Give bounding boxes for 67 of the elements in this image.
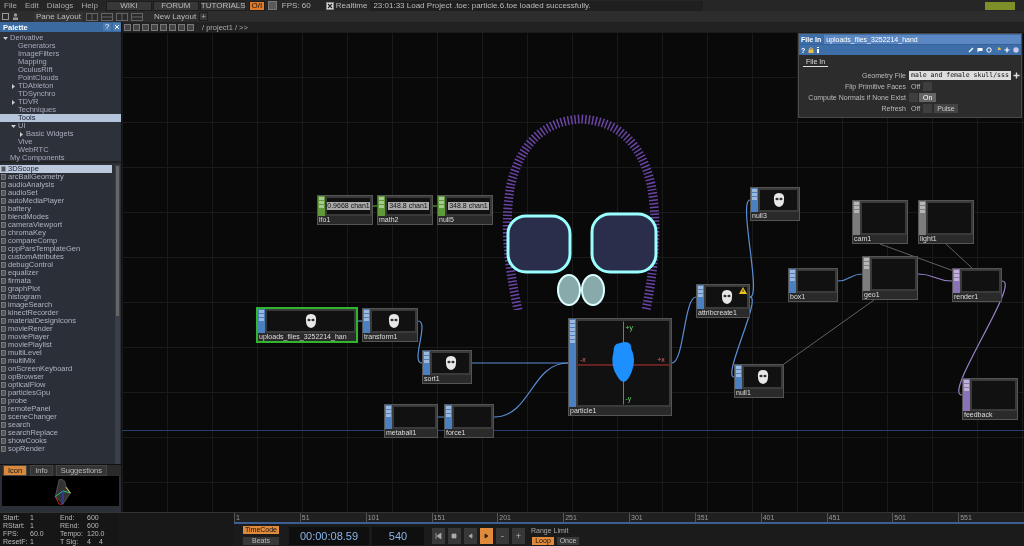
transport-button[interactable] — [463, 526, 478, 545]
pane-icon[interactable] — [2, 13, 9, 20]
info-icon[interactable] — [817, 47, 820, 53]
menu-item[interactable]: Help — [81, 0, 98, 11]
transport-button[interactable] — [431, 526, 446, 545]
transport-button[interactable]: + — [511, 526, 526, 545]
status-indicator — [985, 1, 1015, 10]
mask-icon — [719, 289, 734, 305]
link-button[interactable]: FORUM — [152, 0, 199, 11]
transport-button[interactable] — [447, 526, 462, 545]
timecode-display: 00:00:08.59 — [289, 526, 369, 545]
frame-display: 540 — [372, 526, 424, 545]
split-layout-icon[interactable] — [85, 12, 98, 21]
expanded-arrow-icon[interactable] — [11, 123, 16, 129]
toolbar-square-icon[interactable] — [151, 23, 158, 31]
menu-item[interactable]: Dialogs — [46, 0, 74, 11]
play-icon — [483, 532, 490, 539]
pencil-icon[interactable] — [968, 47, 974, 53]
expanded-arrow-icon[interactable] — [3, 35, 8, 41]
toggle-button[interactable] — [267, 1, 277, 10]
status-message: 23:01:33 Load Project .toe: particle.6.toe loaded successfully. — [370, 0, 704, 11]
mask-icon — [443, 355, 458, 371]
mask-icon — [386, 313, 401, 329]
mask-icon — [755, 369, 770, 385]
toolbar-square-icon[interactable] — [142, 23, 149, 31]
toolbar-square-icon[interactable] — [178, 23, 185, 31]
realtime-checkbox[interactable] — [325, 1, 334, 10]
warning-icon — [739, 287, 747, 294]
perform-mode-button[interactable]: O/I — [248, 0, 265, 11]
close-icon[interactable] — [113, 23, 121, 31]
transport-button[interactable]: - — [495, 526, 510, 545]
checkbox-label: Realtime — [335, 0, 368, 11]
menu-item[interactable]: File — [4, 0, 17, 11]
lock-icon[interactable] — [808, 47, 815, 53]
scrollbar[interactable] — [115, 165, 120, 464]
speech-bubble-icon[interactable] — [977, 47, 983, 53]
connector-wire — [917, 273, 953, 282]
connector-wire — [671, 296, 697, 364]
toolbar-square-icon[interactable] — [169, 23, 176, 31]
toolbar-square-icon[interactable] — [187, 23, 194, 31]
stop-icon — [451, 532, 458, 539]
skip-to-start-icon — [435, 532, 442, 539]
connector-wire — [417, 320, 423, 364]
mask-icon — [771, 192, 786, 208]
person-icon[interactable] — [12, 13, 19, 20]
new-layout-label: New Layout — [153, 11, 197, 22]
pane-layout-label: Pane Layout — [34, 11, 83, 22]
mask-icon — [303, 313, 318, 329]
connector-wire — [837, 273, 863, 282]
split-layout-icon[interactable] — [115, 12, 128, 21]
plus-icon[interactable] — [1012, 72, 1020, 79]
split-layout-icon[interactable] — [130, 12, 143, 21]
fps-readout: FPS: 60 — [280, 0, 312, 11]
collapsed-arrow-icon[interactable] — [11, 83, 16, 89]
split-layout-icon[interactable] — [100, 12, 113, 21]
play-reverse-icon — [467, 532, 474, 539]
menu-item[interactable]: Edit — [24, 0, 39, 11]
link-button[interactable]: WIKI — [105, 0, 152, 11]
transport-button[interactable] — [479, 526, 494, 545]
toolbar-square-icon[interactable] — [160, 23, 167, 31]
collapsed-arrow-icon[interactable] — [11, 99, 16, 105]
particle-blob-drawing — [612, 342, 634, 382]
link-button[interactable]: TUTORIALS — [199, 0, 246, 11]
toolbar-square-icon[interactable] — [124, 23, 131, 31]
collapsed-arrow-icon[interactable] — [19, 131, 24, 137]
add-layout-button[interactable]: + — [199, 12, 209, 21]
toolbar-square-icon[interactable] — [133, 23, 140, 31]
